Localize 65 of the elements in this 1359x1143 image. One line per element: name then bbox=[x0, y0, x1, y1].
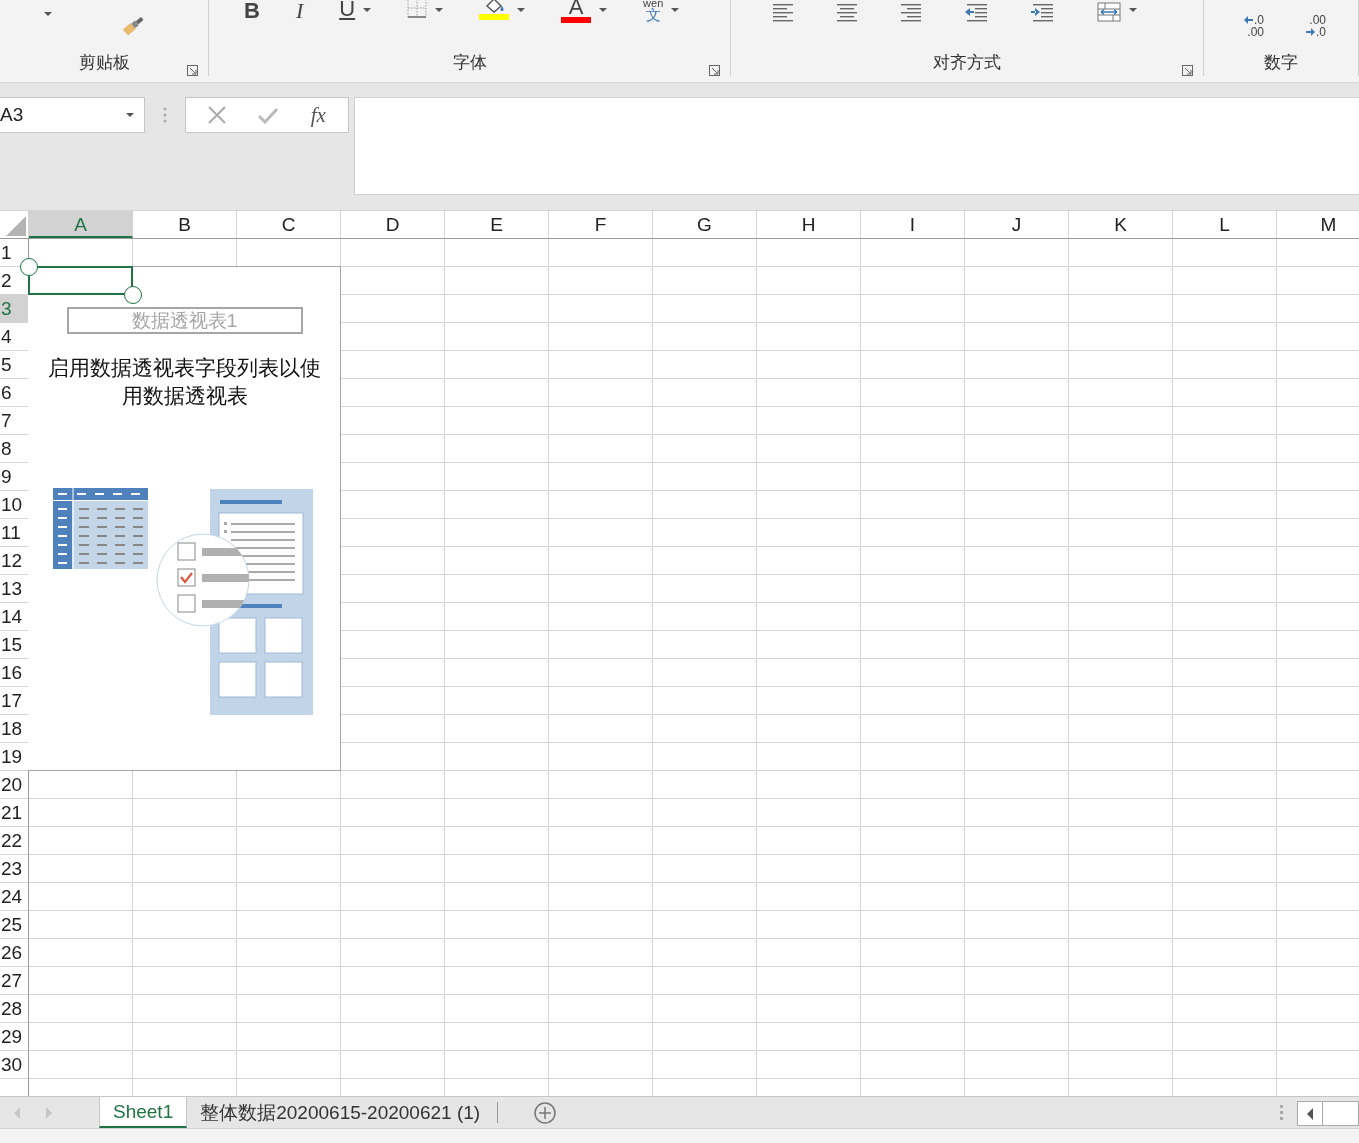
row-header[interactable]: 22 bbox=[0, 827, 28, 855]
column-header[interactable]: E bbox=[445, 211, 549, 238]
increase-indent-icon bbox=[1031, 2, 1053, 22]
column-header[interactable]: A bbox=[29, 211, 133, 238]
align-center-icon bbox=[837, 2, 857, 22]
formula-input[interactable] bbox=[354, 97, 1359, 195]
italic-button[interactable]: I bbox=[295, 0, 304, 22]
arrow-left-icon bbox=[1307, 1107, 1313, 1120]
group-label: 字体 bbox=[452, 52, 487, 74]
row-header[interactable]: 3 bbox=[0, 295, 28, 323]
column-header[interactable]: M bbox=[1277, 211, 1359, 238]
column-header[interactable]: K bbox=[1069, 211, 1173, 238]
grip-icon[interactable] bbox=[163, 107, 167, 123]
group-label: 对齐方式 bbox=[933, 52, 1001, 74]
align-right-icon bbox=[901, 2, 921, 22]
align-left-icon bbox=[773, 2, 793, 22]
row-header[interactable]: 24 bbox=[0, 883, 28, 911]
phonetic-button[interactable]: wen 文 bbox=[643, 0, 680, 22]
row-header[interactable]: 25 bbox=[0, 911, 28, 939]
sheet-tab[interactable]: 整体数据20200615-20200621 (1) bbox=[187, 1097, 494, 1128]
underline-button[interactable]: U bbox=[339, 0, 372, 20]
arrow-right-icon bbox=[46, 1106, 52, 1119]
dialog-launcher-icon[interactable] bbox=[187, 65, 198, 76]
decrease-indent-icon bbox=[965, 2, 987, 22]
borders-button[interactable] bbox=[407, 0, 444, 18]
insert-function-button[interactable]: fx bbox=[310, 102, 326, 128]
decrease-decimal-button[interactable]: .00 .0 bbox=[1306, 0, 1327, 38]
column-header[interactable]: D bbox=[341, 211, 445, 238]
resize-handle[interactable] bbox=[20, 258, 38, 276]
arrow-left-icon bbox=[14, 1106, 20, 1119]
group-label: 数字 bbox=[1264, 52, 1298, 74]
row-header[interactable]: 29 bbox=[0, 1023, 28, 1051]
column-header[interactable]: L bbox=[1173, 211, 1277, 238]
pivot-table-name: 数据透视表1 bbox=[66, 307, 303, 334]
dropdown-button[interactable] bbox=[44, 12, 52, 16]
column-header[interactable]: J bbox=[965, 211, 1069, 238]
arrow-icon bbox=[1244, 16, 1253, 24]
row-header[interactable]: 27 bbox=[0, 967, 28, 995]
increase-decimal-button[interactable]: .0 .00 bbox=[1244, 0, 1264, 38]
column-header[interactable]: B bbox=[133, 211, 237, 238]
group-label: 剪贴板 bbox=[78, 52, 130, 74]
row-header[interactable]: 28 bbox=[0, 995, 28, 1023]
bold-button[interactable]: B bbox=[244, 0, 260, 22]
horizontal-scrollbar[interactable] bbox=[1297, 1101, 1359, 1126]
pivot-table-message: 启用数据透视表字段列表以使用数据透视表 bbox=[47, 355, 322, 409]
column-header[interactable]: F bbox=[549, 211, 653, 238]
caret-icon[interactable] bbox=[126, 113, 134, 117]
column-header[interactable]: C bbox=[237, 211, 341, 238]
row-header[interactable]: 30 bbox=[0, 1051, 28, 1079]
row-header[interactable]: 26 bbox=[0, 939, 28, 967]
column-header[interactable]: I bbox=[861, 211, 965, 238]
merge-button[interactable] bbox=[1097, 0, 1137, 22]
name-box[interactable]: A3 bbox=[0, 97, 145, 133]
column-header[interactable]: G bbox=[653, 211, 757, 238]
fill-color-button[interactable] bbox=[479, 0, 526, 20]
grip-icon[interactable] bbox=[1280, 1105, 1283, 1120]
sheet-tab[interactable]: Sheet1 bbox=[99, 1097, 188, 1128]
arrow-icon bbox=[1306, 28, 1315, 36]
column-header[interactable]: H bbox=[757, 211, 861, 238]
row-header[interactable]: 23 bbox=[0, 855, 28, 883]
row-header[interactable]: 20 bbox=[0, 771, 28, 799]
borders-icon bbox=[407, 0, 428, 18]
row-header[interactable]: 21 bbox=[0, 799, 28, 827]
dialog-launcher-icon[interactable] bbox=[1182, 65, 1193, 76]
dialog-launcher-icon[interactable] bbox=[709, 65, 720, 76]
